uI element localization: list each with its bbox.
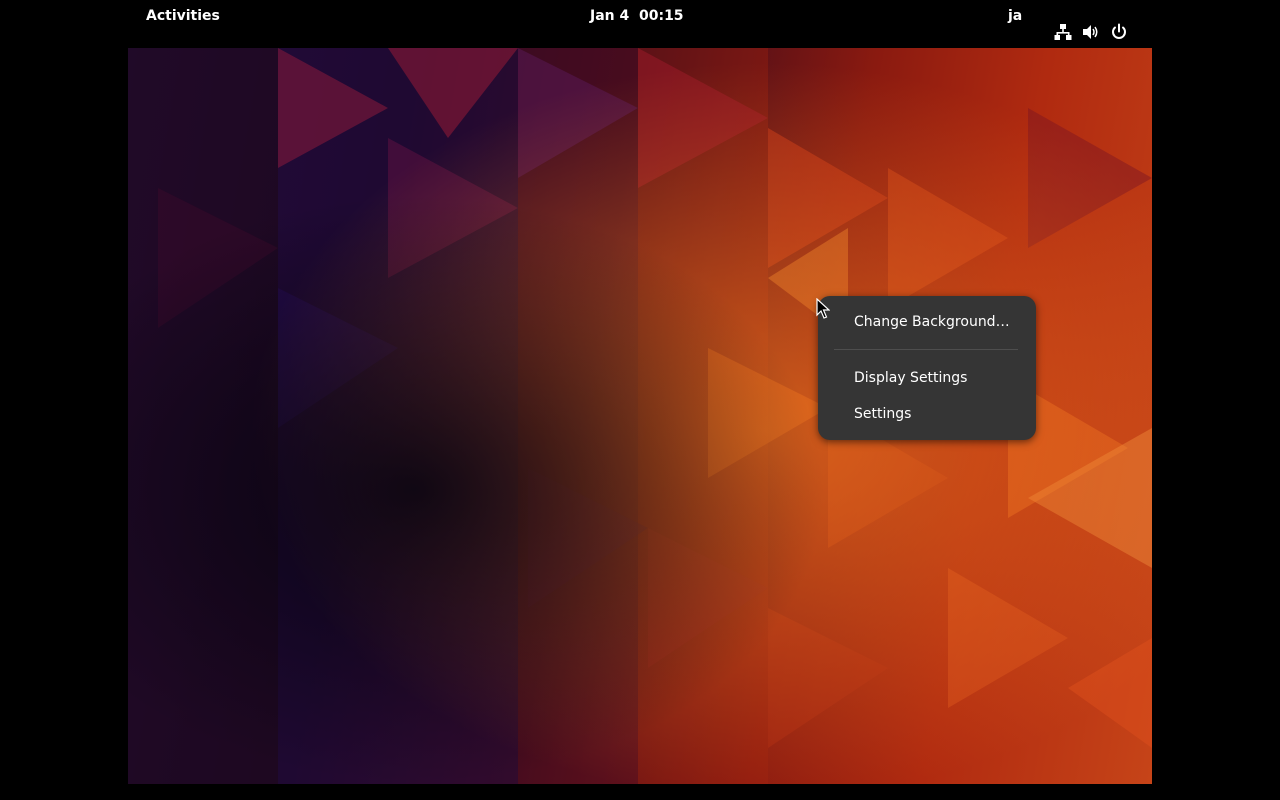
desktop-screen: Activities Jan 4 00:15 ja Change Backgro…	[0, 0, 1280, 800]
top-panel: Activities Jan 4 00:15 ja	[128, 0, 1152, 48]
clock-button[interactable]: Jan 4 00:15	[590, 0, 684, 48]
system-tray[interactable]	[1054, 22, 1128, 42]
volume-icon	[1082, 23, 1100, 41]
change-background-menu-item[interactable]: Change Background…	[818, 305, 1036, 339]
desktop-context-menu: Change Background… Display Settings Sett…	[818, 296, 1036, 440]
activities-button[interactable]: Activities	[138, 0, 228, 48]
mouse-pointer-icon	[816, 297, 831, 320]
settings-menu-item[interactable]: Settings	[818, 397, 1036, 431]
power-icon	[1110, 23, 1128, 41]
input-method-indicator[interactable]: ja	[1008, 0, 1022, 48]
network-wired-icon	[1054, 23, 1072, 41]
menu-separator	[834, 349, 1018, 350]
display-settings-menu-item[interactable]: Display Settings	[818, 361, 1036, 395]
